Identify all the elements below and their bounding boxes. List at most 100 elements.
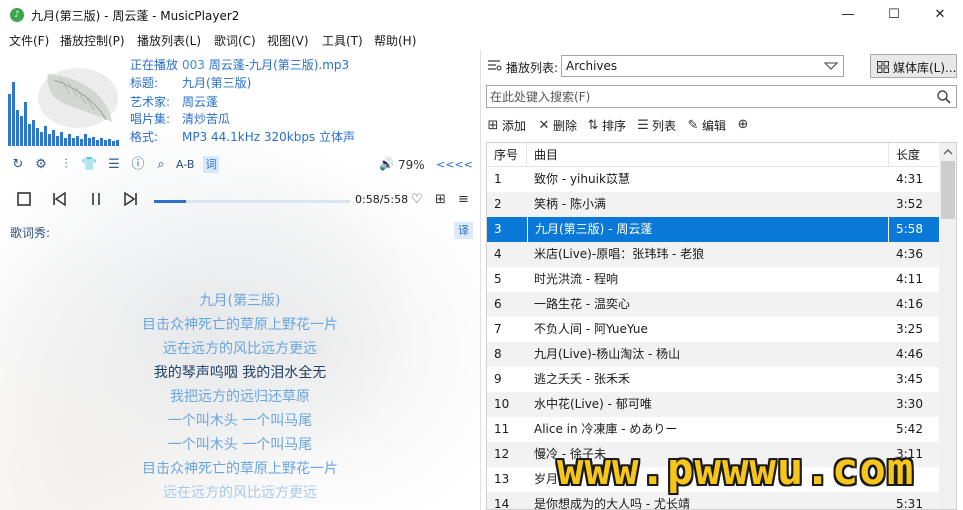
playlist-icon [488, 60, 502, 71]
crosshair-icon: ⊕ [737, 117, 749, 132]
cell-index: 7 [494, 322, 502, 336]
menu-view[interactable]: 视图(V) [267, 32, 309, 49]
column-header-title[interactable]: 曲目 [527, 143, 889, 167]
title-label: 标题: [130, 76, 159, 90]
delete-label: 删除 [553, 119, 578, 133]
scroll-up-icon[interactable] [939, 143, 957, 161]
progress-fill [154, 200, 186, 203]
cell-length: 4:36 [896, 247, 923, 261]
menu-file[interactable]: 文件(F) [9, 32, 49, 49]
translate-button[interactable]: 译 [454, 222, 473, 239]
cell-title: 九月(Live)-杨山淘汰 - 杨山 [534, 347, 681, 361]
cell-title: 笑柄 - 陈小满 [534, 197, 606, 211]
title-bar: ♪ 九月(第三版) - 周云蓬 - MusicPlayer2 — ☐ ✕ [0, 0, 963, 30]
media-library-label: 媒体库(L)... [893, 61, 957, 75]
menu-lyrics[interactable]: 歌词(C) [214, 32, 256, 49]
lyric-line: 远在远方的风比远方更远 [163, 341, 317, 357]
cell-index: 6 [494, 297, 502, 311]
volume-icon[interactable]: 🔊 [379, 157, 394, 171]
playlist-panel: 播放列表: Archives 媒体库(L)... ⊞添加 ✕删除 ⇅排序 ☰列表… [481, 50, 963, 510]
media-library-button[interactable]: 媒体库(L)... [870, 54, 957, 78]
lyrics-toggle-button[interactable]: 词 [203, 156, 219, 173]
grid-icon[interactable]: ⊞ [435, 192, 446, 207]
skin-icon[interactable]: 👕 [81, 157, 97, 173]
table-row[interactable]: 4 米店(Live)-原唱：张玮玮 - 老狼 4:36 [487, 242, 939, 267]
cell-length: 5:58 [896, 222, 923, 236]
cell-index: 13 [494, 472, 510, 486]
window-title: 九月(第三版) - 周云蓬 - MusicPlayer2 [31, 9, 240, 23]
volume-arrows[interactable]: <<<< [436, 158, 473, 171]
cell-index: 12 [494, 447, 510, 461]
cell-length: 5:42 [896, 422, 923, 436]
table-row[interactable]: 10 水中花(Live) - 郁可唯 3:30 [487, 392, 939, 417]
table-row[interactable]: 5 时光洪流 - 程响 4:11 [487, 267, 939, 292]
progress-bar[interactable] [154, 200, 350, 203]
now-playing-panel: 正在播放 003 周云蓬-九月(第三版).mp3 标题: 九月(第三版) 艺术家… [0, 50, 480, 510]
edit-button[interactable]: ✎ 编辑 [686, 117, 726, 135]
sort-button[interactable]: ⇅ 排序 [586, 117, 626, 135]
previous-icon[interactable] [50, 190, 68, 208]
cell-index: 9 [494, 372, 502, 386]
spectrum-visualizer [8, 68, 119, 146]
table-row[interactable]: 7 不负人间 - 阿YueYue 3:25 [487, 317, 939, 342]
playlist-select-value: Archives [566, 59, 618, 73]
maximize-button[interactable]: ☐ [871, 0, 917, 30]
table-row[interactable]: 8 九月(Live)-杨山淘汰 - 杨山 4:46 [487, 342, 939, 367]
lyric-line: 一个叫木头 一个叫马尾 [167, 437, 313, 453]
minimize-button[interactable]: — [825, 0, 871, 30]
cell-title: 逃之夭夭 - 张禾禾 [534, 372, 630, 386]
cell-title: 不负人间 - 阿YueYue [534, 322, 648, 336]
cell-title: 致你 - yihuik苡慧 [534, 172, 630, 186]
close-button[interactable]: ✕ [917, 0, 963, 30]
table-row[interactable]: 9 逃之夭夭 - 张禾禾 3:45 [487, 367, 939, 392]
menu-playlist[interactable]: 播放列表(L) [137, 32, 201, 49]
locate-button[interactable]: ⊕ [736, 117, 750, 135]
menu-help[interactable]: 帮助(H) [374, 32, 416, 49]
cell-index: 5 [494, 272, 502, 286]
list-label: 列表 [652, 119, 677, 133]
table-row[interactable]: 6 一路生花 - 温奕心 4:16 [487, 292, 939, 317]
close-icon: ✕ [538, 118, 550, 133]
table-row[interactable]: 11 Alice in 冷凍庫 - めありー 5:42 [487, 417, 939, 442]
menu-playback[interactable]: 播放控制(P) [60, 32, 125, 49]
cell-length: 3:30 [896, 397, 923, 411]
favorite-icon[interactable]: ♡ [411, 192, 423, 207]
lyric-line: 远在远方的风比远方更远 [163, 485, 317, 501]
artist-label: 艺术家: [130, 95, 171, 109]
playlist-toolbar: ⊞ 添加 ✕ 删除 ⇅ 排序 ☰ 列表 ✎ 编辑 ⊕ [486, 116, 957, 136]
info-icon[interactable]: ⓘ [130, 157, 146, 173]
menu-tools[interactable]: 工具(T) [322, 32, 363, 49]
cell-length: 4:31 [896, 172, 923, 186]
ab-repeat-button[interactable]: A-B [176, 158, 194, 171]
settings-icon[interactable]: ⚙ [33, 157, 49, 173]
format-value: MP3 44.1kHz 320kbps 立体声 [182, 130, 355, 144]
scrollbar-thumb[interactable] [941, 161, 955, 219]
list-button[interactable]: ☰ 列表 [636, 117, 676, 135]
search-icon[interactable] [936, 89, 952, 105]
playlist-toggle-icon[interactable]: ≡ [458, 192, 469, 207]
playlist-select[interactable]: Archives [561, 55, 844, 77]
table-row[interactable]: 2 笑柄 - 陈小满 3:52 [487, 192, 939, 217]
now-playing-file: 003 周云蓬-九月(第三版).mp3 [182, 56, 349, 73]
equalizer-icon[interactable]: ⫶ [58, 157, 74, 173]
column-header-index[interactable]: 序号 [487, 143, 527, 167]
table-row[interactable]: 1 致你 - yihuik苡慧 4:31 [487, 167, 939, 192]
stop-icon[interactable] [15, 190, 33, 208]
search-input[interactable] [490, 88, 920, 105]
next-icon[interactable] [122, 190, 140, 208]
plus-icon: ⊞ [487, 118, 499, 133]
cell-index: 11 [494, 422, 510, 436]
album-value: 清炒苦瓜 [182, 112, 231, 126]
delete-button[interactable]: ✕ 删除 [537, 117, 577, 135]
vertical-scrollbar[interactable] [939, 143, 957, 509]
menu-icon[interactable]: ☰ [106, 157, 122, 173]
find-icon[interactable]: ⌕ [153, 157, 169, 173]
column-header-length[interactable]: 长度 [889, 143, 939, 167]
repeat-icon[interactable]: ↻ [10, 157, 26, 173]
pause-icon[interactable] [87, 190, 105, 208]
table-row-selected[interactable]: 3 九月(第三版) - 周云蓬 5:58 [487, 217, 939, 242]
lyric-line: 目击众神死亡的草原上野花一片 [142, 317, 338, 333]
cell-title: 时光洪流 - 程响 [534, 272, 618, 286]
album-cover [8, 54, 126, 146]
add-button[interactable]: ⊞ 添加 [486, 117, 526, 135]
